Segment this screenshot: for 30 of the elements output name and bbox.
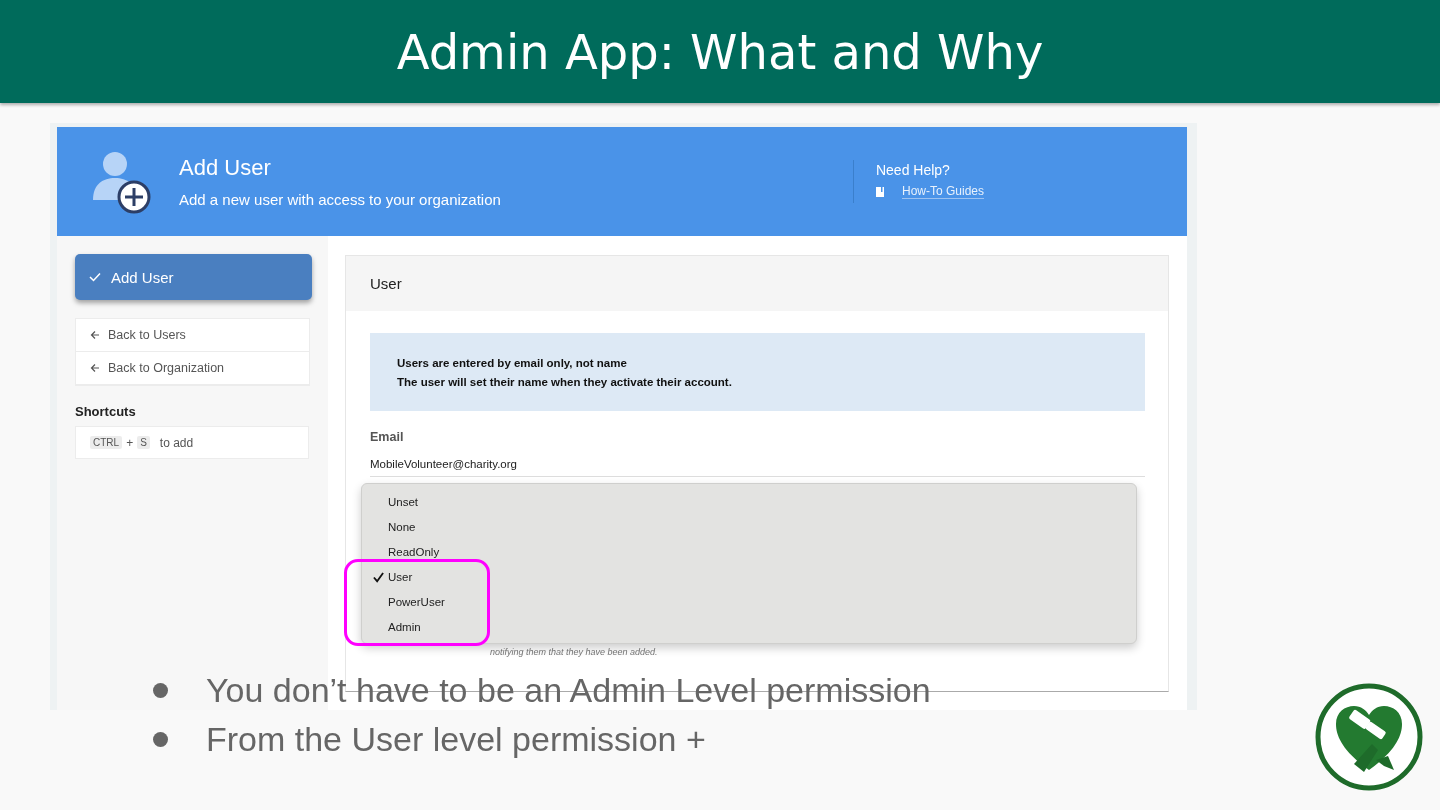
hint-text: notifying them that they have been added. [490, 647, 658, 657]
field-label: Email [370, 430, 405, 444]
shortcut-text: to add [159, 435, 194, 450]
menu-option[interactable]: User [362, 564, 1136, 589]
back-arrow-icon [90, 363, 100, 373]
page-title: Add User [179, 155, 272, 181]
add-user-button[interactable]: Add User [75, 254, 312, 300]
back-link[interactable]: Back to Users [76, 319, 309, 352]
menu-option[interactable]: Admin [362, 614, 1136, 639]
info-text: The user will set their name when they activate their account. [397, 375, 733, 388]
help-title: Need Help? [875, 162, 951, 178]
menu-option[interactable]: PowerUser [362, 589, 1136, 614]
key-label: CTRL [90, 436, 123, 449]
back-arrow-icon [90, 330, 100, 340]
back-link[interactable]: Back to Organization [76, 352, 309, 385]
plus-sign: + [126, 435, 134, 450]
check-icon [89, 272, 101, 282]
email-field[interactable]: MobileVolunteer@charity.org [370, 454, 1145, 477]
bullet-dot [153, 731, 168, 747]
menu-option[interactable]: None [362, 514, 1136, 539]
slide-title: Admin App: What and Why [396, 23, 1044, 80]
book-icon [875, 186, 884, 197]
info-text: Users are entered by email only, not name [397, 356, 628, 369]
shortcuts-heading: Shortcuts [75, 404, 137, 419]
bullet-text: From the User level permission + [206, 719, 706, 759]
menu-option[interactable]: Unset [362, 489, 1136, 514]
key-label: S [137, 436, 150, 449]
page-subtitle: Add a new user with access to your organization [179, 191, 502, 208]
menu-option[interactable]: ReadOnly [362, 539, 1136, 564]
card-title: User [346, 256, 1168, 311]
